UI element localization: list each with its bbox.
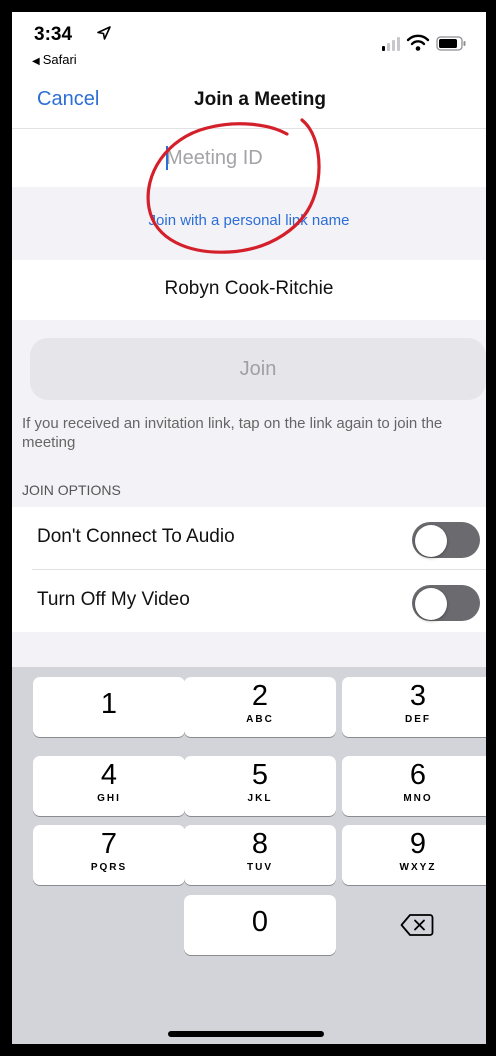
key-number: 7 [100, 828, 118, 860]
key-2[interactable]: 2 ABC [184, 677, 336, 737]
key-letters: PQRS [90, 862, 128, 873]
key-letters: DEF [405, 714, 431, 725]
key-letters: TUV [247, 862, 273, 873]
audio-toggle-switch[interactable] [412, 522, 480, 558]
key-number: 5 [251, 759, 269, 791]
key-letters: ABC [246, 714, 274, 725]
delete-key[interactable] [342, 895, 486, 955]
key-number: 9 [409, 828, 427, 860]
phone-screen: 3:34 ◀ Safari Cancel Join a Meeting Meet… [12, 12, 486, 1044]
meeting-id-input[interactable] [166, 143, 366, 173]
join-section: Join If you received an invitation link,… [12, 320, 486, 507]
join-options-title: JOIN OPTIONS [22, 482, 121, 498]
key-number: 1 [100, 688, 118, 720]
display-name-row[interactable]: Robyn Cook-Ritchie [12, 260, 486, 320]
option-row-video: Turn Off My Video [12, 570, 486, 632]
location-arrow-icon [97, 26, 111, 40]
personal-link-section: Join with a personal link name [12, 187, 486, 260]
key-5[interactable]: 5 JKL [184, 756, 336, 816]
back-to-app-link[interactable]: ◀ Safari [32, 52, 77, 67]
key-9[interactable]: 9 WXYZ [342, 825, 486, 885]
key-number: 6 [409, 759, 427, 791]
meeting-id-row [12, 129, 486, 187]
key-letters: JKL [247, 793, 273, 804]
option-row-audio: Don't Connect To Audio [12, 507, 486, 569]
back-app-label: Safari [42, 52, 77, 67]
key-number: 4 [100, 759, 118, 791]
key-letters: WXYZ [399, 862, 437, 873]
video-toggle-switch[interactable] [412, 585, 480, 621]
display-name-field[interactable]: Robyn Cook-Ritchie [12, 278, 486, 300]
backspace-icon [400, 914, 434, 936]
numeric-keypad: 1 2 ABC 3 DEF 4 GHI 5 JKL 6 MNO 7 PQRS 8… [12, 667, 486, 1044]
option-label-audio: Don't Connect To Audio [37, 526, 235, 547]
text-cursor [166, 146, 168, 170]
join-button[interactable]: Join [30, 338, 486, 400]
key-number: 0 [251, 906, 269, 938]
status-icons [382, 34, 466, 51]
key-0[interactable]: 0 [184, 895, 336, 955]
status-time: 3:34 [34, 24, 73, 45]
page-title: Join a Meeting [194, 89, 326, 110]
key-7[interactable]: 7 PQRS [33, 825, 185, 885]
back-triangle-icon: ◀ [32, 56, 40, 67]
key-1[interactable]: 1 [33, 677, 185, 737]
key-number: 2 [251, 680, 269, 712]
spacer [12, 632, 486, 667]
toggle-knob [415, 525, 447, 557]
invite-hint-text: If you received an invitation link, tap … [22, 415, 443, 451]
key-8[interactable]: 8 TUV [184, 825, 336, 885]
cellular-signal-icon [382, 37, 400, 51]
key-number: 8 [251, 828, 269, 860]
home-indicator[interactable] [168, 1031, 324, 1037]
navigation-bar: Cancel Join a Meeting [12, 74, 486, 129]
option-label-video: Turn Off My Video [37, 589, 190, 610]
wifi-icon [406, 34, 430, 51]
key-letters: GHI [97, 793, 121, 804]
personal-link-button[interactable]: Join with a personal link name [12, 212, 486, 229]
key-4[interactable]: 4 GHI [33, 756, 185, 816]
key-number: 3 [409, 680, 427, 712]
key-3[interactable]: 3 DEF [342, 677, 486, 737]
toggle-knob [415, 588, 447, 620]
status-bar: 3:34 ◀ Safari [12, 12, 486, 74]
battery-icon [436, 36, 466, 51]
key-letters: MNO [403, 793, 433, 804]
key-6[interactable]: 6 MNO [342, 756, 486, 816]
